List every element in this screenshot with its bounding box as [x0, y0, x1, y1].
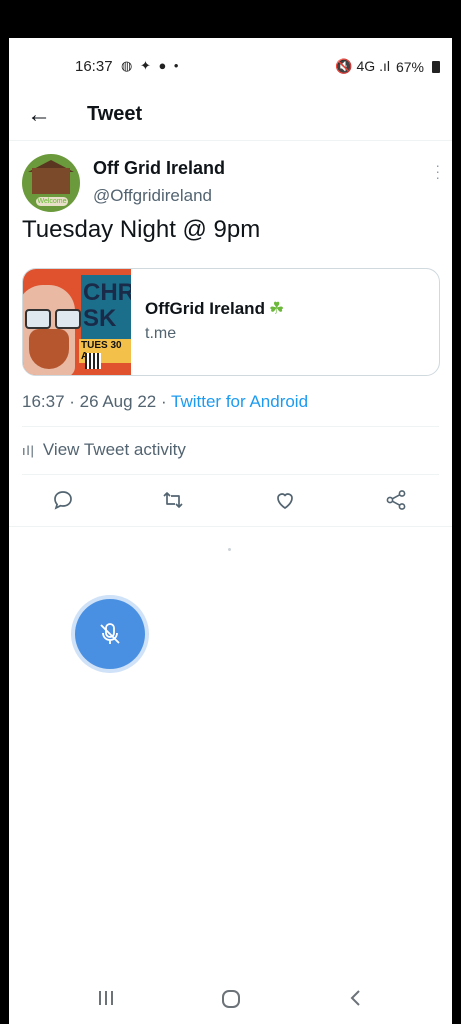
- divider: [22, 474, 439, 475]
- app-header: ← Tweet: [9, 94, 452, 141]
- card-title: OffGrid Ireland ☘: [145, 299, 284, 319]
- user-handle[interactable]: @Offgridireland: [93, 186, 212, 206]
- mic-button[interactable]: [75, 599, 145, 669]
- more-options-icon[interactable]: · · ·: [435, 158, 440, 184]
- phone-screen: 16:37 ◍ ✦ ● • 🔇 4G .ıl 67% ← Tweet Welco…: [9, 38, 452, 1024]
- retweet-icon[interactable]: [161, 488, 187, 514]
- analytics-icon: ıl|: [22, 443, 35, 458]
- tweet-source-link[interactable]: Twitter for Android: [171, 392, 308, 411]
- card-domain: t.me: [145, 325, 177, 342]
- page-title: Tweet: [87, 103, 143, 125]
- nav-back-icon[interactable]: [341, 988, 371, 1018]
- reply-icon[interactable]: [51, 488, 77, 514]
- avatar[interactable]: Welcome: [22, 154, 80, 212]
- link-card[interactable]: CHR SK TUES 30 A OffGrid Ireland☘ t.me: [22, 268, 440, 376]
- status-bar: 16:37 ◍ ✦ ● • 🔇 4G .ıl 67%: [9, 38, 452, 94]
- battery-icon: [432, 60, 440, 73]
- tweet-actions: [9, 486, 452, 518]
- status-right: 🔇 4G .ıl 67%: [335, 58, 440, 75]
- share-icon[interactable]: [384, 488, 410, 514]
- notification-icons: ◍ ✦ ● •: [121, 58, 181, 73]
- battery-level: 67%: [395, 58, 424, 75]
- home-icon[interactable]: [216, 988, 246, 1018]
- card-image-text-2: SK: [83, 305, 117, 332]
- shamrock-icon: ☘: [268, 299, 285, 318]
- divider: [22, 426, 439, 427]
- card-image-qr: [85, 353, 101, 369]
- android-nav-bar: [9, 982, 452, 1024]
- tweet-text: Tuesday Night @ 9pm: [22, 216, 261, 243]
- card-image: CHR SK TUES 30 A: [23, 269, 131, 375]
- avatar-cabin: [32, 168, 70, 194]
- card-image-beard: [29, 329, 69, 369]
- view-activity-button[interactable]: ıl| View Tweet activity: [22, 440, 186, 460]
- card-image-glasses-right: [55, 309, 81, 329]
- view-activity-label: View Tweet activity: [42, 440, 186, 459]
- signal-icons: 🔇 4G .ıl: [335, 58, 390, 74]
- display-name[interactable]: Off Grid Ireland: [93, 158, 225, 179]
- scroll-dot: [228, 548, 231, 551]
- card-image-glasses-left: [25, 309, 51, 329]
- divider: [9, 526, 452, 527]
- card-image-text-1: CHR: [83, 279, 131, 306]
- status-time: 16:37: [75, 58, 113, 75]
- tweet-meta: 16:37 · 26 Aug 22 · Twitter for Android: [22, 392, 308, 412]
- card-title-text: OffGrid Ireland: [145, 299, 265, 318]
- recent-apps-icon[interactable]: [91, 988, 121, 1018]
- mic-off-icon: [100, 623, 120, 644]
- avatar-sign: Welcome: [36, 197, 68, 206]
- heart-icon[interactable]: [273, 488, 299, 514]
- back-arrow-icon[interactable]: ←: [27, 100, 57, 130]
- tweet-timestamp: 16:37 · 26 Aug 22 ·: [22, 392, 172, 411]
